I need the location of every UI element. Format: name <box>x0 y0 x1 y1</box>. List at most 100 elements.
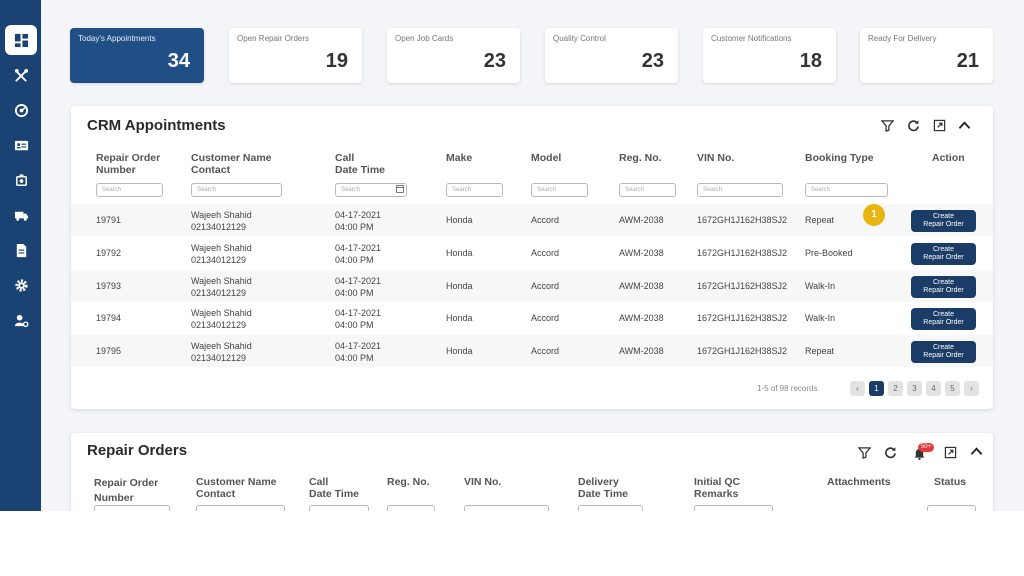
expand-icon <box>933 119 945 131</box>
table-row: 19792 Wajeeh Shahid 02134012129 04-17-20… <box>71 237 993 269</box>
cell-ro: 19792 <box>96 248 122 258</box>
stat-quality-control[interactable]: Quality Control 23 <box>545 28 678 83</box>
cell-phone: 02134012129 <box>191 353 247 363</box>
cell-time: 04:00 PM <box>335 320 374 330</box>
sidebar-item-settings[interactable] <box>5 270 37 300</box>
cell-booking: Pre-Booked <box>805 248 853 258</box>
search-model[interactable]: Search <box>531 183 588 197</box>
user-settings-icon <box>14 314 29 327</box>
cell-model: Accord <box>531 313 560 323</box>
cell-phone: 02134012129 <box>191 222 247 232</box>
create-repair-order-button[interactable]: Create Repair Order <box>911 341 976 363</box>
expand-icon <box>944 446 956 458</box>
sidebar-item-gauge[interactable] <box>5 95 37 125</box>
sidebar-item-delivery[interactable] <box>5 200 37 230</box>
stat-value: 23 <box>641 50 664 72</box>
ro-search-status[interactable] <box>927 505 976 511</box>
cell-vin: 1672GH1J162H38SJ2 <box>697 248 788 258</box>
pagination-page-2[interactable]: 2 <box>888 381 903 396</box>
stat-label: Today's Appointments <box>78 34 156 43</box>
ro-th-repair-order-number: Repair Order Number <box>94 477 159 504</box>
engine-icon <box>15 173 27 186</box>
ro-search-vin-no[interactable] <box>464 505 549 511</box>
ro-refresh-button[interactable] <box>882 444 898 460</box>
repair-orders-title: Repair Orders <box>87 442 188 459</box>
create-repair-order-button[interactable]: Create Repair Order <box>911 243 976 265</box>
ro-search-reg-no[interactable] <box>387 505 435 511</box>
cell-vin: 1672GH1J162H38SJ2 <box>697 346 788 356</box>
pagination-page-5[interactable]: 5 <box>945 381 960 396</box>
table-row: 19793 Wajeeh Shahid 02134012129 04-17-20… <box>71 270 993 302</box>
th-vin-no: VIN No. <box>697 152 735 164</box>
pagination-page-4[interactable]: 4 <box>926 381 941 396</box>
create-repair-order-button[interactable]: Create Repair Order <box>911 210 976 232</box>
stat-open-job-cards[interactable]: Open Job Cards 23 <box>387 28 520 83</box>
search-reg-no[interactable]: Search <box>619 183 676 197</box>
cell-make: Honda <box>446 248 473 258</box>
cell-ro: 19795 <box>96 346 122 356</box>
stat-value: 21 <box>956 50 979 72</box>
cell-make: Honda <box>446 281 473 291</box>
collapse-button[interactable] <box>956 117 972 133</box>
sidebar-item-tools[interactable] <box>5 60 37 90</box>
search-call-date-wrap[interactable]: Search <box>335 183 407 197</box>
ro-search-repair-order[interactable] <box>94 505 170 511</box>
th-customer-name: Customer Name Contact <box>191 152 272 176</box>
cell-date: 04-17-2021 <box>335 210 382 220</box>
ro-search-qc-remarks[interactable] <box>694 505 773 511</box>
ro-expand-button[interactable] <box>942 444 958 460</box>
search-repair-order[interactable]: Search <box>96 183 163 197</box>
cell-time: 04:00 PM <box>335 222 374 232</box>
cell-time: 04:00 PM <box>335 353 374 363</box>
pagination-prev[interactable]: ‹ <box>850 381 865 396</box>
sidebar-item-user-settings[interactable] <box>5 305 37 335</box>
ro-filter-button[interactable] <box>856 444 872 460</box>
expand-button[interactable] <box>931 117 947 133</box>
ro-search-call-date[interactable] <box>309 505 369 511</box>
refresh-icon <box>907 119 919 131</box>
calendar-icon[interactable] <box>396 185 404 193</box>
cell-reg: AWM-2038 <box>619 346 664 356</box>
cell-ro: 19791 <box>96 215 122 225</box>
th-model: Model <box>531 152 562 164</box>
th-repair-order-number: Repair Order Number <box>96 152 161 176</box>
sidebar <box>0 0 41 511</box>
th-booking-type: Booking Type <box>805 152 874 164</box>
pagination-page-1[interactable]: 1 <box>869 381 884 396</box>
cell-booking: Walk-In <box>805 313 836 323</box>
stat-open-repair-orders[interactable]: Open Repair Orders 19 <box>229 28 362 83</box>
filter-icon <box>857 446 871 459</box>
stat-customer-notifications[interactable]: Customer Notifications 18 <box>703 28 836 83</box>
cell-date: 04-17-2021 <box>335 341 382 351</box>
create-repair-order-button[interactable]: Create Repair Order <box>911 276 976 298</box>
table-row: 19795 Wajeeh Shahid 02134012129 04-17-20… <box>71 335 993 367</box>
pagination-next[interactable]: › <box>964 381 979 396</box>
cell-time: 04:00 PM <box>335 288 374 298</box>
search-make[interactable]: Search <box>446 183 503 197</box>
ro-th-attachments: Attachments <box>827 476 891 488</box>
search-booking-type[interactable]: Search <box>805 183 888 197</box>
ro-search-delivery-date[interactable] <box>578 505 643 511</box>
refresh-button[interactable] <box>905 117 921 133</box>
id-card-icon <box>14 140 28 150</box>
stat-value: 19 <box>325 50 348 72</box>
sidebar-item-dashboard[interactable] <box>5 25 37 55</box>
records-count: 1-5 of 98 records <box>757 384 818 393</box>
dashboard-icon <box>14 33 28 47</box>
cell-name: Wajeeh Shahid <box>191 308 252 318</box>
search-vin-no[interactable]: Search <box>697 183 783 197</box>
refresh-icon <box>884 446 896 458</box>
sidebar-item-customers[interactable] <box>5 130 37 160</box>
stat-label: Open Repair Orders <box>237 34 310 43</box>
filter-button[interactable] <box>879 117 895 133</box>
stat-todays-appointments[interactable]: Today's Appointments 34 <box>70 28 204 83</box>
ro-search-customer[interactable] <box>196 505 285 511</box>
stat-value: 34 <box>167 50 190 72</box>
sidebar-item-documents[interactable] <box>5 235 37 265</box>
sidebar-item-engine[interactable] <box>5 165 37 195</box>
pagination-page-3[interactable]: 3 <box>907 381 922 396</box>
ro-collapse-button[interactable] <box>968 443 984 459</box>
stat-ready-for-delivery[interactable]: Ready For Delivery 21 <box>860 28 993 83</box>
create-repair-order-button[interactable]: Create Repair Order <box>911 308 976 330</box>
search-customer[interactable]: Search <box>191 183 282 197</box>
